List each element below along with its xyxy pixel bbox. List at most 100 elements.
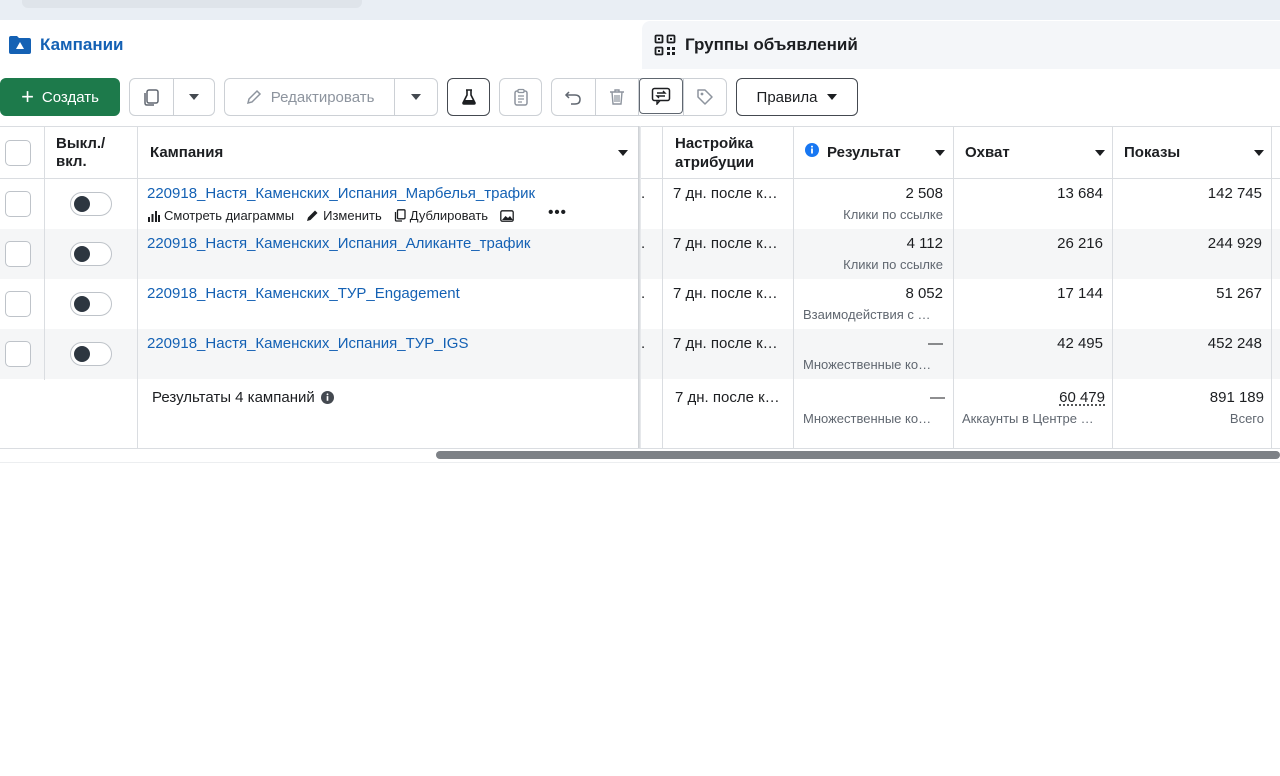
impressions-value: 452 248 [1207, 335, 1262, 352]
campaign-name-link[interactable]: 220918_Настя_Каменских_Испания_ТУР_IGS [147, 335, 468, 352]
view-charts-link[interactable]: Смотреть диаграммы [147, 208, 294, 223]
ab-test-button[interactable] [447, 78, 490, 116]
result-value: 4 112 [906, 235, 943, 252]
clipboard-button[interactable] [499, 78, 542, 116]
row-actions: Смотреть диаграммы Изменить Дублировать … [147, 204, 579, 223]
column-divider [1271, 126, 1272, 448]
duplicate-link[interactable]: Дублировать [394, 208, 488, 223]
row-checkbox[interactable] [5, 191, 31, 217]
totals-result: — [930, 389, 945, 406]
attribution-cell: 7 дн. после к… [673, 235, 778, 252]
impressions-value: 142 745 [1207, 185, 1262, 202]
reach-value: 26 216 [1057, 235, 1103, 252]
edit-link[interactable]: Изменить [306, 208, 382, 223]
more-options-icon[interactable]: ••• [548, 204, 567, 221]
totals-reach[interactable]: 60 479 [960, 389, 1105, 406]
table-bottom-border [0, 448, 1280, 449]
tab-campaigns-label: Кампании [40, 35, 124, 54]
flask-icon [461, 89, 476, 105]
duplicate-label: Дублировать [409, 208, 489, 223]
compare-button[interactable] [638, 78, 684, 114]
totals-attribution: 7 дн. после к… [675, 389, 780, 406]
select-all-checkbox[interactable] [5, 140, 31, 166]
impressions-value: 51 267 [1216, 285, 1262, 302]
tab-campaigns[interactable]: Кампании [0, 21, 632, 69]
info-icon[interactable] [320, 391, 334, 404]
header-campaign[interactable]: Кампания [150, 127, 630, 178]
row-checkbox[interactable] [5, 291, 31, 317]
truncated-cell: . [641, 335, 646, 352]
divider [0, 462, 1280, 463]
create-button[interactable]: + Создать [0, 78, 120, 116]
plus-icon: + [21, 84, 34, 109]
trash-icon [609, 89, 624, 105]
header-result[interactable]: Результат [805, 127, 945, 178]
image-icon [500, 209, 514, 222]
impressions-value: 244 929 [1207, 235, 1262, 252]
toolbar: + Создать Редактировать Правила [0, 78, 1280, 116]
campaign-toggle[interactable] [70, 242, 112, 266]
attribution-cell: 7 дн. после к… [673, 185, 778, 202]
sort-caret-icon [1254, 149, 1264, 156]
header-result-label: Результат [827, 144, 901, 161]
bar-chart-icon [148, 210, 160, 222]
edit-label: Изменить [323, 208, 382, 223]
header-toggle-label: Выкл./ вкл. [56, 134, 106, 170]
delete-button[interactable] [596, 79, 638, 115]
tab-adsets[interactable]: Группы объявлений [642, 21, 1280, 69]
tag-button[interactable] [684, 79, 726, 115]
campaign-name-link[interactable]: 220918_Настя_Каменских_Испания_Аликанте_… [147, 235, 530, 252]
campaign-toggle[interactable] [70, 292, 112, 316]
duplicate-button[interactable] [130, 79, 173, 115]
column-divider [137, 126, 138, 448]
folder-icon [9, 36, 31, 54]
edit-button[interactable]: Редактировать [225, 79, 394, 115]
campaign-toggle[interactable] [70, 342, 112, 366]
result-type: Клики по ссылке [843, 207, 943, 222]
duplicate-dropdown[interactable] [173, 79, 214, 115]
column-divider [44, 126, 45, 380]
rules-button-label: Правила [756, 88, 818, 106]
info-icon[interactable] [805, 142, 819, 157]
actions-group [551, 78, 727, 116]
header-attribution-label: Настройка атрибуции [675, 134, 755, 171]
clipboard-icon [513, 88, 528, 106]
edit-dropdown[interactable] [395, 79, 437, 115]
truncated-cell: . [641, 285, 646, 302]
totals-impressions-type: Всего [1229, 411, 1264, 426]
row-checkbox[interactable] [5, 241, 31, 267]
header-reach[interactable]: Охват [965, 127, 1105, 178]
attribution-cell: 7 дн. после к… [673, 285, 778, 302]
chevron-down-icon [411, 94, 422, 100]
top-pill [22, 0, 362, 8]
edit-split-button: Редактировать [224, 78, 438, 116]
sort-caret-icon [1095, 149, 1105, 156]
header-campaign-label: Кампания [150, 144, 224, 161]
column-divider [793, 126, 794, 448]
campaign-toggle[interactable] [70, 192, 112, 216]
reach-value: 13 684 [1057, 185, 1103, 202]
image-link[interactable] [500, 209, 518, 222]
attribution-cell: 7 дн. после к… [673, 335, 778, 352]
reach-value: 17 144 [1057, 285, 1103, 302]
header-reach-label: Охват [965, 144, 1010, 161]
rules-button[interactable]: Правила [736, 78, 858, 116]
campaigns-table: Выкл./ вкл. Кампания Настройка атрибуции… [0, 126, 1280, 450]
row-checkbox[interactable] [5, 341, 31, 367]
result-value: — [928, 335, 943, 352]
undo-button[interactable] [552, 79, 595, 115]
edit-button-label: Редактировать [270, 88, 375, 106]
view-charts-label: Смотреть диаграммы [164, 208, 295, 223]
reach-value: 42 495 [1057, 335, 1103, 352]
pencil-icon [307, 210, 318, 221]
column-divider [1112, 126, 1113, 448]
horizontal-scrollbar[interactable] [436, 451, 1280, 459]
tab-adsets-label: Группы объявлений [685, 35, 858, 54]
result-value: 8 052 [905, 285, 943, 302]
duplicate-split-button [129, 78, 215, 116]
header-toggle[interactable]: Выкл./ вкл. [56, 127, 136, 178]
header-attribution[interactable]: Настройка атрибуции [675, 127, 785, 178]
campaign-name-link[interactable]: 220918_Настя_Каменских_Испания_Марбелья_… [147, 185, 535, 202]
campaign-name-link[interactable]: 220918_Настя_Каменских_ТУР_Engagement [147, 285, 460, 302]
header-impressions[interactable]: Показы [1124, 127, 1264, 178]
